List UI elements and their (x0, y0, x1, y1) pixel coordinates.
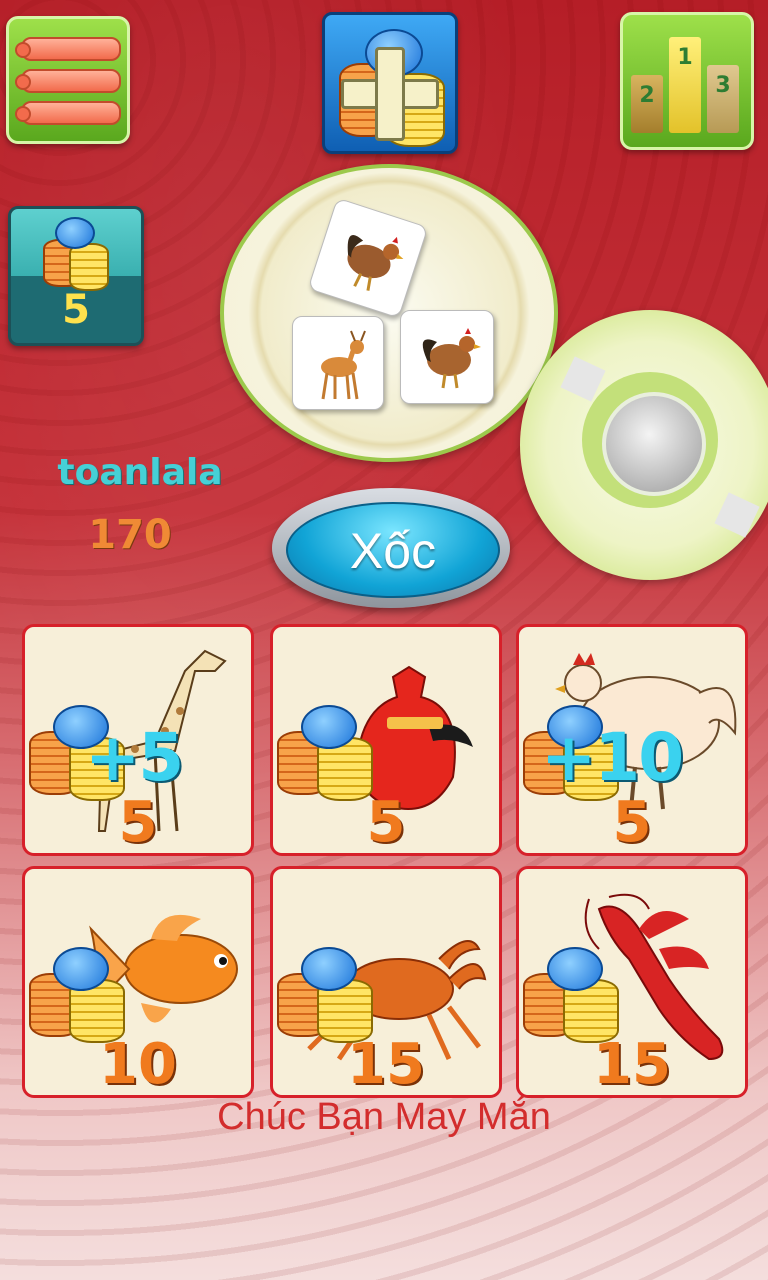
good-luck-message: Chúc Bạn May Mắn (217, 1096, 551, 1138)
shake-button-face: Xốc (286, 502, 500, 598)
shake-button[interactable]: Xốc (272, 488, 510, 608)
bet-cell-gourd[interactable]: 5 (270, 624, 502, 856)
die-rooster (400, 310, 494, 404)
bet-amount: 5 (118, 790, 158, 855)
chip-stack-icon (277, 687, 377, 801)
bonus-label: +5 (85, 719, 184, 796)
die-deer (292, 316, 384, 410)
player-name: toanlala (57, 452, 223, 493)
player-score: 170 (88, 512, 172, 558)
leaderboard-button[interactable]: 2 1 3 (620, 12, 754, 150)
dice-plate (220, 164, 558, 462)
bet-amount: 10 (99, 1032, 177, 1097)
chip-stack-icon (277, 929, 377, 1043)
bet-board: +5 5 5 +10 5 10 15 15 (22, 624, 748, 1098)
bowl-chip (714, 492, 760, 538)
shake-button-label: Xốc (349, 523, 437, 579)
die-rooster (307, 197, 429, 319)
chip-stack-icon (29, 929, 129, 1043)
bonus-label: +10 (541, 719, 684, 796)
balance-value: 5 (62, 287, 90, 333)
bet-cell-giraffe[interactable]: +5 5 (22, 624, 254, 856)
add-coins-button[interactable] (322, 12, 458, 154)
bet-amount: 5 (366, 790, 406, 855)
bowl-knob (602, 392, 706, 496)
bet-cell-lobster[interactable]: 15 (516, 866, 748, 1098)
coin-balance: 5 (8, 206, 144, 346)
bet-cell-crab[interactable]: 15 (270, 866, 502, 1098)
menu-button[interactable] (6, 16, 130, 144)
bet-cell-fish[interactable]: 10 (22, 866, 254, 1098)
chip-stack-icon (523, 929, 623, 1043)
bet-amount: 15 (347, 1032, 425, 1097)
bet-amount: 15 (593, 1032, 671, 1097)
bowl-lid[interactable] (520, 310, 768, 580)
bet-amount: 5 (612, 790, 652, 855)
bet-cell-chicken[interactable]: +10 5 (516, 624, 748, 856)
